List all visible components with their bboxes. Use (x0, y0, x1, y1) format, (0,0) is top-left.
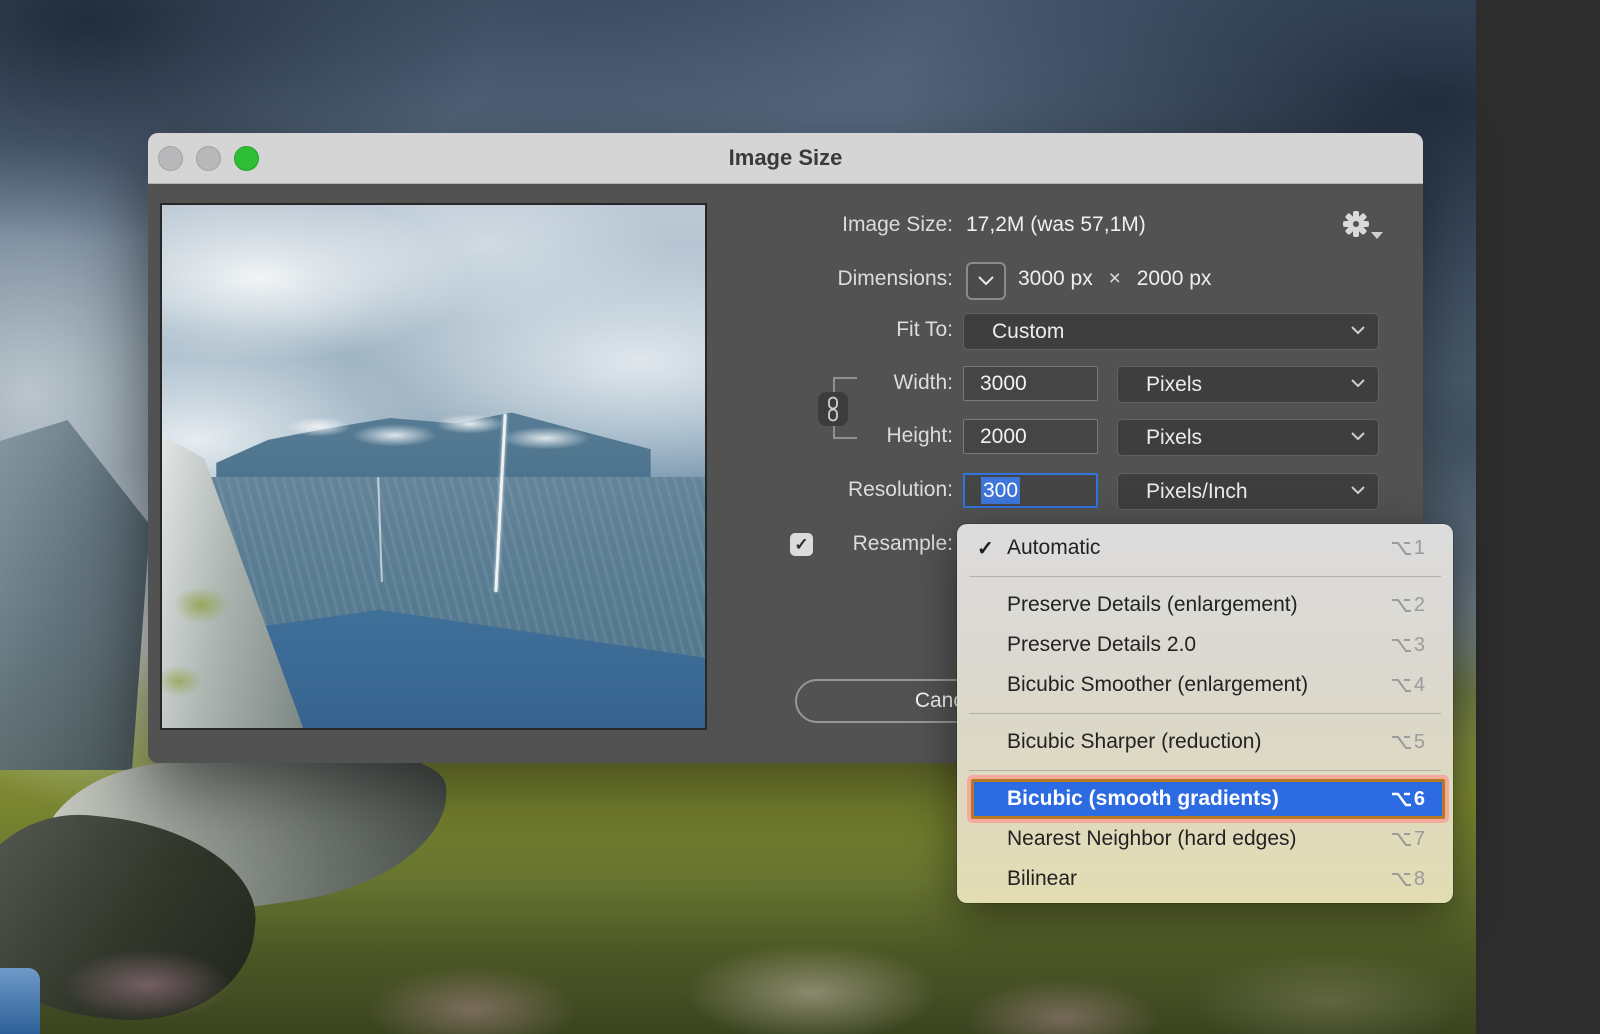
width-unit-select[interactable]: Pixels (1117, 366, 1379, 403)
image-size-value: 17,2M (was 57,1M) (966, 212, 1146, 238)
chevron-down-icon (1351, 379, 1365, 388)
menu-item-shortcut: 5 (1390, 731, 1425, 754)
chevron-down-icon (1371, 232, 1383, 239)
option-key-icon (1390, 733, 1412, 751)
shortcut-number: 7 (1414, 828, 1425, 851)
option-key-icon (1390, 636, 1412, 654)
preview-snow (281, 404, 596, 462)
dimensions-height: 2000 px (1137, 267, 1212, 290)
wallpaper-blue-rock (0, 968, 40, 1034)
option-key-icon (1390, 676, 1412, 694)
chevron-down-icon (1351, 326, 1365, 335)
height-unit-value: Pixels (1118, 426, 1202, 450)
menu-item-automatic[interactable]: ✓ Automatic 1 (957, 528, 1453, 568)
menu-separator (969, 576, 1441, 577)
gear-icon[interactable] (1341, 209, 1383, 241)
minimize-button[interactable] (196, 146, 221, 171)
option-key-icon (1390, 790, 1412, 808)
option-key-icon (1390, 830, 1412, 848)
menu-item-label: Bicubic Sharper (reduction) (1007, 730, 1261, 754)
times-glyph: × (1109, 267, 1121, 290)
checkmark-icon: ✓ (794, 535, 808, 555)
screen: Image Size Image Size: 17,2M (was 57,1M)… (0, 0, 1600, 1034)
height-label: Height: (886, 423, 953, 449)
image-size-label: Image Size: (842, 212, 953, 238)
workspace-panel (1476, 0, 1600, 1034)
menu-item-bilinear[interactable]: Bilinear 8 (957, 859, 1453, 899)
shortcut-number: 4 (1414, 674, 1425, 697)
chevron-down-icon (1351, 432, 1365, 441)
resample-label: Resample: (853, 531, 953, 557)
wallpaper-cliff (0, 420, 150, 770)
resample-checkbox[interactable]: ✓ (790, 533, 813, 556)
menu-item-label: Bicubic (smooth gradients) (1007, 787, 1279, 811)
menu-separator (969, 713, 1441, 714)
dimensions-value: 3000 px × 2000 px (1018, 266, 1211, 292)
chevron-down-icon (978, 276, 994, 286)
menu-item-label: Automatic (1007, 536, 1100, 560)
dimensions-disclosure-button[interactable] (966, 262, 1006, 300)
menu-item-label: Preserve Details (enlargement) (1007, 593, 1298, 617)
option-key-icon (1390, 596, 1412, 614)
close-button[interactable] (158, 146, 183, 171)
menu-item-label: Bilinear (1007, 867, 1077, 891)
menu-item-nearest-neighbor[interactable]: Nearest Neighbor (hard edges) 7 (957, 819, 1453, 859)
chevron-down-icon (1351, 486, 1365, 495)
dimensions-width: 3000 px (1018, 267, 1093, 290)
gear-part (1349, 217, 1363, 231)
width-label: Width: (893, 370, 953, 396)
width-input[interactable]: 3000 (963, 366, 1098, 401)
resolution-label: Resolution: (848, 477, 953, 503)
height-input[interactable]: 2000 (963, 419, 1098, 454)
shortcut-number: 3 (1414, 634, 1425, 657)
link-dimensions-toggle[interactable] (818, 392, 848, 426)
dialog-titlebar[interactable]: Image Size (148, 133, 1423, 184)
menu-item-label: Bicubic Smoother (enlargement) (1007, 673, 1308, 697)
menu-separator (969, 770, 1441, 771)
shortcut-number: 6 (1414, 788, 1425, 811)
shortcut-number: 1 (1414, 537, 1425, 560)
menu-item-preserve-details-enlargement[interactable]: Preserve Details (enlargement) 2 (957, 585, 1453, 625)
menu-item-bicubic-smoother[interactable]: Bicubic Smoother (enlargement) 4 (957, 665, 1453, 705)
height-unit-select[interactable]: Pixels (1117, 419, 1379, 456)
shortcut-number: 8 (1414, 868, 1425, 891)
fit-to-select[interactable]: Custom (963, 313, 1379, 350)
resolution-value-selected: 300 (981, 477, 1020, 504)
menu-item-shortcut: 3 (1390, 634, 1425, 657)
fit-to-value: Custom (964, 320, 1064, 344)
width-unit-value: Pixels (1118, 373, 1202, 397)
menu-item-shortcut: 8 (1390, 868, 1425, 891)
resolution-input[interactable]: 300 (963, 473, 1098, 508)
chain-link-icon (825, 396, 841, 422)
menu-item-shortcut: 7 (1390, 828, 1425, 851)
zoom-button[interactable] (234, 146, 259, 171)
menu-item-shortcut: 4 (1390, 674, 1425, 697)
menu-item-preserve-details-2[interactable]: Preserve Details 2.0 3 (957, 625, 1453, 665)
dialog-title: Image Size (148, 133, 1423, 183)
menu-item-label: Nearest Neighbor (hard edges) (1007, 827, 1297, 851)
menu-item-shortcut: 1 (1390, 537, 1425, 560)
shortcut-number: 2 (1414, 594, 1425, 617)
fit-to-label: Fit To: (896, 317, 953, 343)
image-preview[interactable] (160, 203, 707, 730)
menu-item-shortcut: 6 (1390, 788, 1425, 811)
dimensions-label: Dimensions: (837, 266, 953, 292)
option-key-icon (1390, 539, 1412, 557)
menu-item-bicubic-smooth-gradients[interactable]: Bicubic (smooth gradients) 6 (971, 779, 1445, 819)
resolution-unit-value: Pixels/Inch (1118, 480, 1248, 504)
checkmark-icon: ✓ (977, 536, 994, 561)
menu-item-bicubic-sharper[interactable]: Bicubic Sharper (reduction) 5 (957, 722, 1453, 762)
resample-menu: ✓ Automatic 1 Preserve Details (enlargem… (957, 524, 1453, 903)
option-key-icon (1390, 870, 1412, 888)
shortcut-number: 5 (1414, 731, 1425, 754)
menu-item-shortcut: 2 (1390, 594, 1425, 617)
resolution-unit-select[interactable]: Pixels/Inch (1117, 473, 1379, 510)
menu-item-label: Preserve Details 2.0 (1007, 633, 1196, 657)
